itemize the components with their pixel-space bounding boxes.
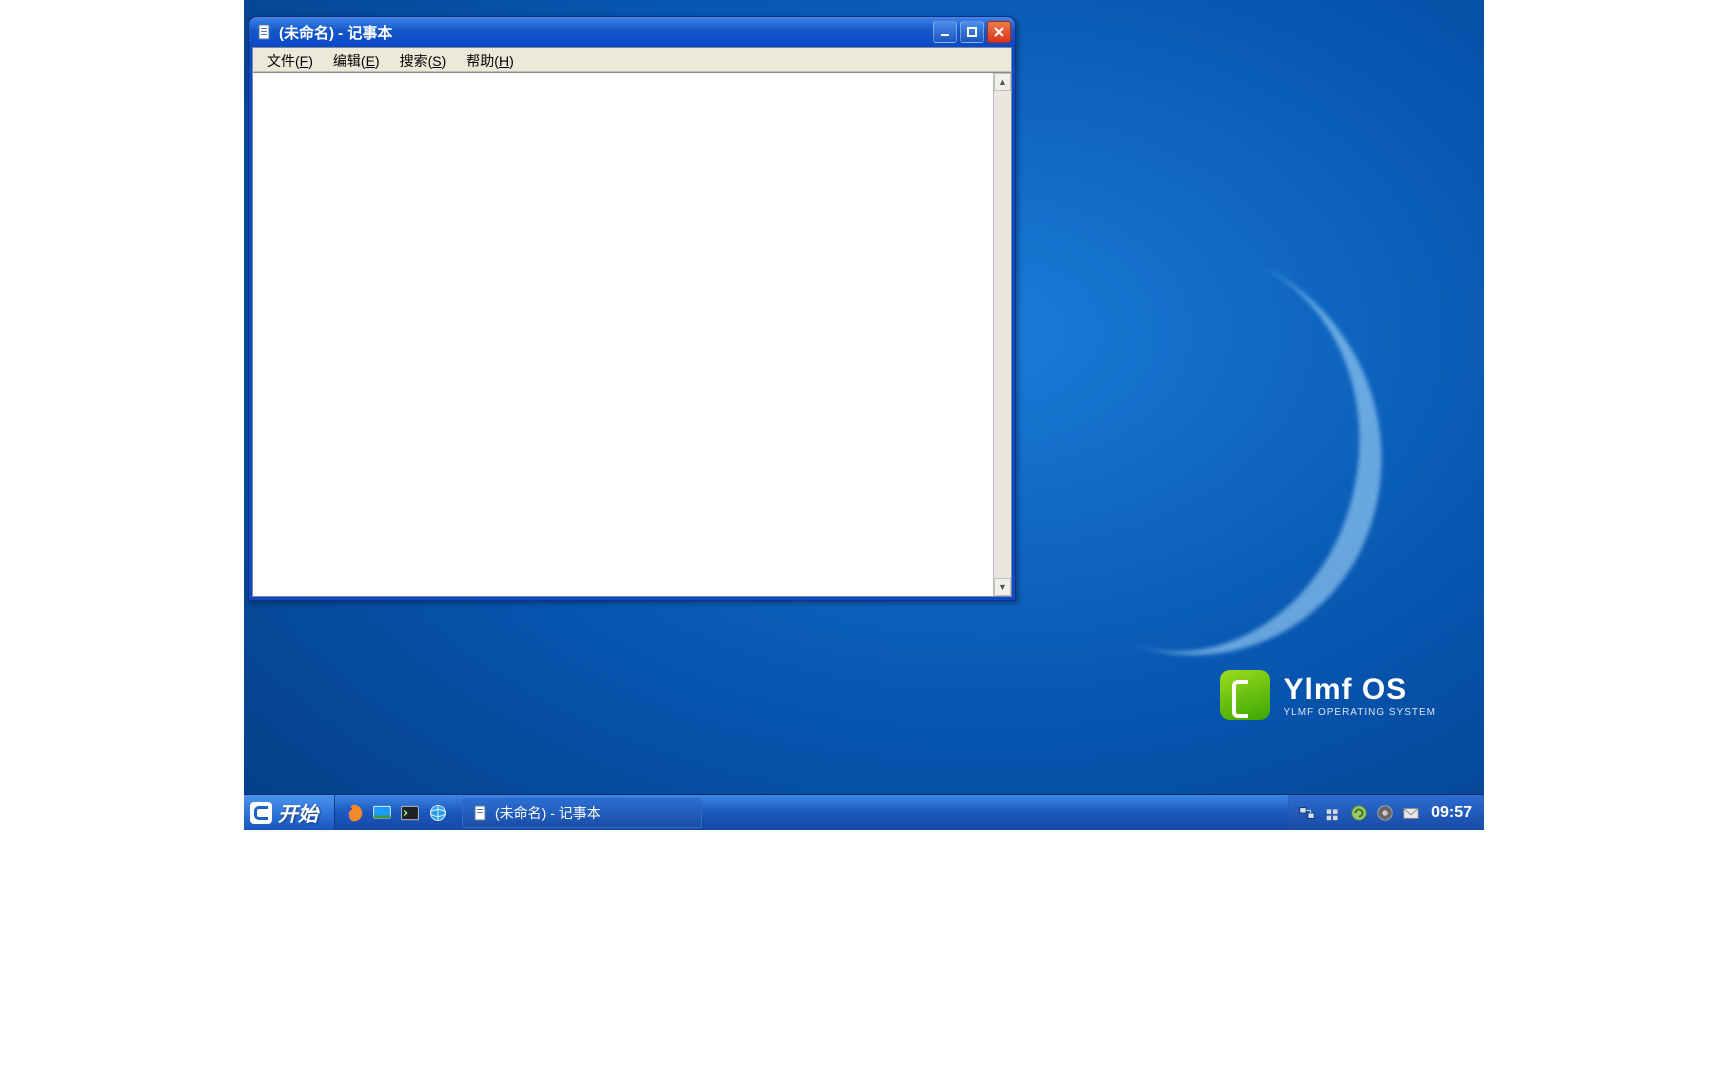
- taskbar-item-label: (未命名) - 记事本: [495, 803, 601, 823]
- window-title: (未命名) - 记事本: [279, 22, 933, 43]
- start-logo-icon: [250, 802, 272, 824]
- menu-file[interactable]: 文件(F): [257, 48, 323, 71]
- taskbar-items: (未命名) - 记事本: [458, 795, 1288, 830]
- window-controls: [933, 21, 1011, 43]
- notepad-window: (未命名) - 记事本 文件(F) 编辑(E) 搜索(S) 帮助(H): [248, 16, 1016, 601]
- titlebar[interactable]: (未命名) - 记事本: [249, 17, 1015, 47]
- show-desktop-icon[interactable]: [369, 800, 395, 826]
- menu-edit[interactable]: 编辑(E): [323, 48, 390, 71]
- text-editor[interactable]: [253, 73, 993, 596]
- network-icon[interactable]: [1297, 803, 1317, 823]
- start-label: 开始: [278, 798, 318, 827]
- start-button[interactable]: 开始: [244, 795, 335, 830]
- close-button[interactable]: [987, 21, 1011, 43]
- notepad-app-icon: [473, 805, 489, 821]
- desktop: Ylmf OS YLMF OPERATING SYSTEM (未命名) - 记事…: [244, 0, 1484, 830]
- menu-search[interactable]: 搜索(S): [390, 48, 457, 71]
- scroll-down-button[interactable]: ▼: [994, 578, 1011, 596]
- quick-launch: [335, 795, 458, 830]
- editor-area: ▲ ▼: [253, 72, 1011, 596]
- mail-icon[interactable]: [1401, 803, 1421, 823]
- vertical-scrollbar[interactable]: ▲ ▼: [993, 73, 1011, 596]
- firefox-icon[interactable]: [341, 800, 367, 826]
- taskbar-clock[interactable]: 09:57: [1427, 804, 1476, 822]
- volume-icon[interactable]: [1323, 803, 1343, 823]
- maximize-button[interactable]: [960, 21, 984, 43]
- os-brand-tagline: YLMF OPERATING SYSTEM: [1284, 707, 1437, 718]
- terminal-icon[interactable]: [397, 800, 423, 826]
- taskbar-item-notepad[interactable]: (未命名) - 记事本: [462, 798, 702, 828]
- system-tray: 09:57: [1288, 795, 1484, 830]
- minimize-button[interactable]: [933, 21, 957, 43]
- taskbar: 开始 (未命名) - 记事本: [244, 794, 1484, 830]
- menubar: 文件(F) 编辑(E) 搜索(S) 帮助(H): [253, 48, 1011, 72]
- wallpaper-decoration: [972, 209, 1446, 711]
- update-icon[interactable]: [1349, 803, 1369, 823]
- os-brand-name: Ylmf OS: [1284, 673, 1437, 707]
- browser-icon[interactable]: [425, 800, 451, 826]
- ylmf-logo-icon: [1220, 670, 1270, 720]
- menu-help[interactable]: 帮助(H): [456, 48, 523, 71]
- notepad-app-icon: [257, 24, 273, 40]
- os-brand: Ylmf OS YLMF OPERATING SYSTEM: [1220, 670, 1437, 720]
- power-icon[interactable]: [1375, 803, 1395, 823]
- scroll-up-button[interactable]: ▲: [994, 73, 1011, 91]
- window-client-area: 文件(F) 编辑(E) 搜索(S) 帮助(H) ▲ ▼: [252, 47, 1012, 597]
